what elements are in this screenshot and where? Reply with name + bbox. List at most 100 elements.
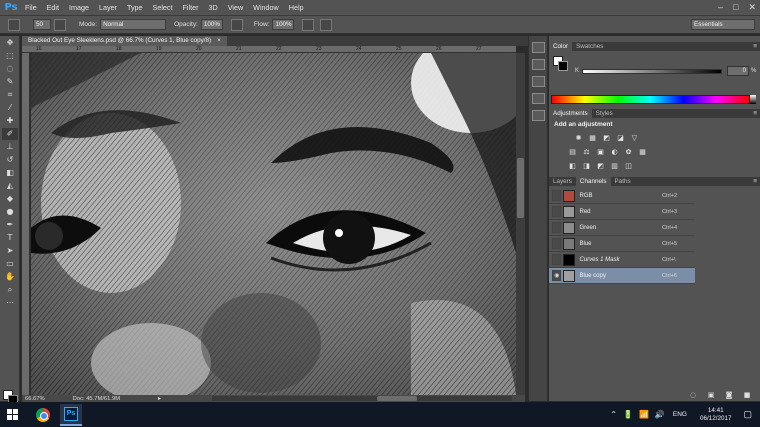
brush-size-picker[interactable]: 50 xyxy=(33,19,51,30)
color-background-swatch[interactable] xyxy=(558,61,568,71)
vibrance-icon[interactable]: ▽ xyxy=(629,133,640,143)
brush-panel-toggle-icon[interactable] xyxy=(54,18,66,31)
pen-tool-icon[interactable]: ✒ xyxy=(2,219,18,231)
menu-type[interactable]: Type xyxy=(122,0,148,16)
quick-select-tool-icon[interactable]: ✎ xyxy=(2,76,18,88)
brush-tool-preset-icon[interactable] xyxy=(8,18,20,31)
start-button[interactable] xyxy=(0,402,24,427)
visibility-eye-icon[interactable] xyxy=(552,238,562,249)
threshold-icon[interactable]: ◩ xyxy=(595,161,606,171)
exposure-icon[interactable]: ◪ xyxy=(615,133,626,143)
tab-adjustments[interactable]: Adjustments xyxy=(549,109,592,118)
channel-mixer-icon[interactable]: ✿ xyxy=(623,147,634,157)
k-channel-value-input[interactable]: 0 xyxy=(727,66,749,76)
channel-row[interactable]: Green Ctrl+4 xyxy=(549,220,695,236)
show-hidden-icons-icon[interactable]: ⌃ xyxy=(610,410,617,419)
volume-icon[interactable]: 🔊 xyxy=(655,410,665,419)
menu-window[interactable]: Window xyxy=(248,0,284,16)
load-selection-icon[interactable]: ◌ xyxy=(689,391,697,399)
visibility-eye-icon[interactable] xyxy=(552,254,562,265)
color-lookup-icon[interactable]: ▦ xyxy=(637,147,648,157)
close-button[interactable]: ✕ xyxy=(748,2,756,13)
document-canvas[interactable] xyxy=(31,53,516,395)
tab-styles[interactable]: Styles xyxy=(592,109,617,118)
type-tool-icon[interactable]: T xyxy=(2,232,18,244)
zoom-level[interactable]: 66.67% xyxy=(25,396,45,402)
dodge-tool-icon[interactable]: ● xyxy=(2,206,18,218)
taskbar-chrome[interactable] xyxy=(32,404,54,426)
canvas-horizontal-scrollbar[interactable] xyxy=(212,396,512,401)
clone-stamp-tool-icon[interactable]: ⊥ xyxy=(2,141,18,153)
status-menu-arrow-icon[interactable]: ▸ xyxy=(158,396,161,402)
flow-input[interactable]: 100% xyxy=(272,19,295,30)
visibility-eye-icon[interactable] xyxy=(552,222,562,233)
airbrush-icon[interactable] xyxy=(302,18,315,31)
panel-menu-icon[interactable]: ≡ xyxy=(753,177,757,186)
menu-layer[interactable]: Layer xyxy=(94,0,122,16)
hand-tool-icon[interactable]: ✋ xyxy=(2,271,18,283)
menu-select[interactable]: Select xyxy=(148,0,178,16)
lasso-tool-icon[interactable]: ◌ xyxy=(2,63,18,75)
paint-bucket-tool-icon[interactable]: ◭ xyxy=(2,180,18,192)
paragraph-panel-icon[interactable] xyxy=(532,110,545,121)
opacity-pressure-icon[interactable] xyxy=(230,18,243,31)
zoom-tool-icon[interactable]: ⌕ xyxy=(2,284,18,296)
eraser-tool-icon[interactable]: ◧ xyxy=(2,167,18,179)
k-channel-slider[interactable] xyxy=(582,69,722,74)
horizontal-scroll-thumb[interactable] xyxy=(377,396,417,401)
mode-select[interactable]: Normal xyxy=(100,19,167,30)
character-panel-icon[interactable] xyxy=(532,93,545,104)
visibility-eye-icon[interactable] xyxy=(552,190,562,201)
tab-swatches[interactable]: Swatches xyxy=(572,42,607,51)
history-panel-icon[interactable] xyxy=(532,42,545,53)
input-language[interactable]: ENG xyxy=(673,411,687,418)
panel-menu-icon[interactable]: ≡ xyxy=(753,109,757,118)
document-tab[interactable]: Blacked Out Eye Sleeklens.psd @ 66.7% (C… xyxy=(22,36,227,46)
menu-filter[interactable]: Filter xyxy=(178,0,204,16)
gradient-map-icon[interactable]: ◫ xyxy=(623,161,634,171)
save-selection-icon[interactable]: ▣ xyxy=(707,391,715,399)
menu-view[interactable]: View xyxy=(223,0,248,16)
grayscale-ramp[interactable] xyxy=(750,95,756,104)
menu-3d[interactable]: 3D xyxy=(204,0,223,16)
menu-file[interactable]: File xyxy=(20,0,42,16)
tab-layers[interactable]: Layers xyxy=(549,177,576,186)
battery-icon[interactable]: 🔋 xyxy=(623,410,633,419)
vertical-scroll-thumb[interactable] xyxy=(517,158,524,218)
properties-panel-icon[interactable] xyxy=(532,59,545,70)
selective-color-icon[interactable]: ▥ xyxy=(609,161,620,171)
color-balance-icon[interactable]: ⚖ xyxy=(581,147,592,157)
document-tab-close-icon[interactable]: × xyxy=(217,36,221,46)
visibility-eye-icon[interactable] xyxy=(552,206,562,217)
wifi-icon[interactable]: 📶 xyxy=(639,410,649,419)
channel-row[interactable]: ◉ Blue copy Ctrl+6 xyxy=(549,268,695,284)
new-channel-icon[interactable]: ◙ xyxy=(725,391,733,399)
menu-image[interactable]: Image xyxy=(64,0,94,16)
panel-menu-icon[interactable]: ≡ xyxy=(753,42,757,51)
clock[interactable]: 14:41 06/12/2017 xyxy=(700,407,732,423)
channel-row[interactable]: Blue Ctrl+5 xyxy=(549,236,695,252)
tab-paths[interactable]: Paths xyxy=(611,177,635,186)
path-select-tool-icon[interactable]: ➤ xyxy=(2,245,18,257)
channel-row[interactable]: Red Ctrl+3 xyxy=(549,204,695,220)
more-tools-icon[interactable]: ⋯ xyxy=(2,297,18,309)
channel-row[interactable]: Curves 1 Mask Ctrl+\ xyxy=(549,252,695,268)
visibility-eye-icon[interactable]: ◉ xyxy=(552,270,562,281)
minimize-button[interactable]: – xyxy=(718,2,723,13)
action-center-icon[interactable]: ▢ xyxy=(743,409,752,420)
move-tool-icon[interactable]: ✥ xyxy=(2,37,18,49)
posterize-icon[interactable]: ◨ xyxy=(581,161,592,171)
color-spectrum-bar[interactable] xyxy=(551,95,750,104)
eyedropper-tool-icon[interactable]: ⁄ xyxy=(2,102,18,114)
duplicate-channel-icon[interactable]: ■ xyxy=(743,391,751,399)
brightness-contrast-icon[interactable]: ✺ xyxy=(573,133,584,143)
maximize-button[interactable]: □ xyxy=(733,2,738,13)
opacity-input[interactable]: 100% xyxy=(200,19,223,30)
brush-panel-icon[interactable] xyxy=(532,76,545,87)
levels-icon[interactable]: ▦ xyxy=(587,133,598,143)
invert-icon[interactable]: ◧ xyxy=(567,161,578,171)
menu-help[interactable]: Help xyxy=(284,0,309,16)
canvas-vertical-scrollbar[interactable] xyxy=(516,53,525,395)
channel-row[interactable]: RGB Ctrl+2 xyxy=(549,188,695,204)
tab-channels[interactable]: Channels xyxy=(575,177,611,186)
